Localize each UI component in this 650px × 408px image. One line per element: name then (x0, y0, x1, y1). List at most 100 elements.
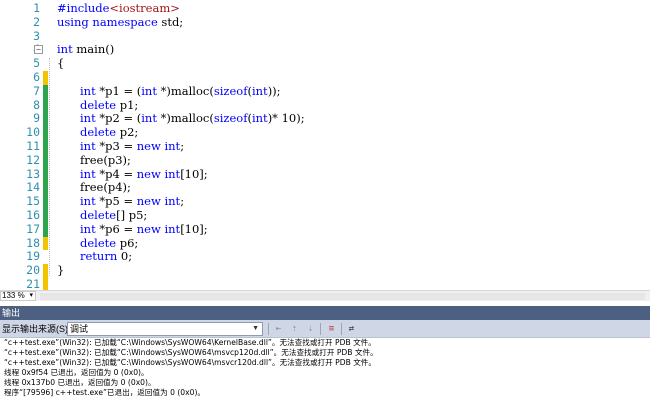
saved-change-marker (43, 126, 48, 140)
code-text[interactable]: int *p1 = (int *)malloc(sizeof(int)); (80, 84, 281, 99)
code-text[interactable]: free(p4); (80, 181, 131, 195)
output-text-area[interactable]: “c++test.exe”(Win32): 已加载“C:\Windows\Sys… (0, 338, 650, 408)
output-source-select[interactable]: 调试 ▼ (67, 322, 263, 336)
toolbar-separator (268, 323, 269, 335)
editor-status-strip: 133 % ▾ (0, 290, 650, 301)
code-text[interactable]: int *p4 = new int[10]; (80, 167, 208, 182)
saved-change-marker (43, 195, 48, 209)
code-line[interactable]: 12 free(p3); (0, 152, 650, 168)
line-number: 20 (26, 263, 40, 278)
unsaved-change-marker (43, 71, 48, 85)
code-line[interactable]: 1 #include<iostream> (0, 1, 650, 16)
line-number: 1 (33, 1, 40, 15)
saved-change-marker (43, 222, 48, 237)
code-line[interactable]: 15 int *p5 = new int; (0, 194, 650, 209)
output-toolbar: 显示输出来源(S): 调试 ▼ ⇤ ⇡ ⇣ ≡ ⇄ (0, 320, 650, 338)
code-text[interactable]: delete p2; (80, 125, 138, 140)
code-line[interactable]: 13 int *p4 = new int[10]; (0, 166, 650, 182)
output-line: “c++test.exe”(Win32): 已加载“C:\Windows\Sys… (4, 348, 378, 357)
word-wrap-icon[interactable]: ⇄ (345, 323, 358, 335)
code-text[interactable]: { (57, 56, 64, 71)
output-line: “c++test.exe”(Win32): 已加载“C:\Windows\Sys… (4, 358, 376, 367)
saved-change-marker (43, 209, 48, 223)
output-line: 程序“[79596] c++test.exe”已退出，返回值为 0 (0x0)。 (4, 388, 206, 397)
line-number: 8 (33, 97, 40, 112)
code-line[interactable]: 3 (0, 28, 650, 44)
line-number: 18 (26, 235, 40, 250)
previous-message-icon[interactable]: ⇡ (288, 323, 301, 335)
saved-change-marker (43, 98, 48, 113)
code-text[interactable]: delete p6; (80, 236, 138, 251)
collapse-icon[interactable]: − (34, 45, 43, 55)
horizontal-scrollbar[interactable] (40, 293, 645, 300)
toolbar-separator (320, 323, 321, 335)
chevron-down-icon: ▾ (29, 292, 33, 299)
code-text[interactable]: int *p5 = new int; (80, 194, 184, 209)
unsaved-change-marker (43, 278, 48, 290)
saved-change-marker (43, 153, 48, 168)
find-message-in-code-icon[interactable]: ⇤ (272, 323, 285, 335)
code-text[interactable]: int *p2 = (int *)malloc(sizeof(int)* 10)… (80, 111, 305, 126)
code-text[interactable]: delete[] p5; (80, 208, 147, 223)
line-number: 9 (33, 111, 40, 126)
line-number: 14 (26, 180, 40, 195)
output-line: 线程 0x9f54 已退出，返回值为 0 (0x0)。 (4, 368, 149, 377)
code-editor[interactable]: 1 #include<iostream> 2 using namespace s… (0, 0, 650, 290)
code-line[interactable]: 6 (0, 70, 650, 85)
line-number: 13 (26, 166, 40, 181)
chevron-down-icon: ▼ (252, 325, 259, 332)
code-text[interactable]: using namespace std; (57, 15, 183, 30)
code-line[interactable]: 9 int *p2 = (int *)malloc(sizeof(int)* 1… (0, 111, 650, 127)
line-number: 19 (26, 249, 40, 264)
unsaved-change-marker (43, 236, 48, 251)
line-number: 5 (33, 56, 40, 71)
line-number: 11 (26, 139, 40, 153)
code-text[interactable]: #include<iostream> (57, 1, 180, 16)
saved-change-marker (43, 181, 48, 196)
output-panel-title: 输出 (2, 308, 21, 318)
output-source-value: 调试 (70, 324, 89, 334)
line-number: 7 (33, 83, 40, 98)
line-number: 12 (26, 152, 40, 167)
line-number: 15 (26, 194, 40, 209)
code-line[interactable]: 4 − int main() (0, 42, 650, 57)
code-text[interactable]: return 0; (80, 249, 132, 264)
output-source-label: 显示输出来源(S): (2, 324, 71, 334)
code-line[interactable]: 17 int *p6 = new int[10]; (0, 221, 650, 237)
code-line[interactable]: 5 { (0, 56, 650, 71)
code-line[interactable]: 19 return 0; (0, 249, 650, 264)
line-number: 3 (33, 28, 40, 43)
code-line[interactable]: 8 delete p1; (0, 97, 650, 113)
zoom-dropdown[interactable]: 133 % ▾ (0, 291, 36, 301)
saved-change-marker (43, 112, 48, 127)
code-line[interactable]: 2 using namespace std; (0, 14, 650, 30)
code-line[interactable]: 20 } (0, 263, 650, 278)
line-number: 2 (33, 14, 40, 29)
code-text[interactable]: int *p3 = new int; (80, 139, 184, 154)
output-line: 线程 0x137b0 已退出，返回值为 0 (0x0)。 (4, 378, 156, 387)
code-text[interactable]: } (57, 263, 64, 278)
code-line[interactable]: 11 int *p3 = new int; (0, 139, 650, 154)
toolbar-separator (341, 323, 342, 335)
code-line[interactable]: 16 delete[] p5; (0, 208, 650, 223)
line-number: 21 (26, 277, 40, 290)
code-text[interactable]: delete p1; (80, 98, 138, 113)
next-message-icon[interactable]: ⇣ (304, 323, 317, 335)
saved-change-marker (43, 140, 48, 154)
saved-change-marker (43, 84, 48, 99)
code-text[interactable]: int *p6 = new int[10]; (80, 222, 208, 237)
code-line[interactable]: 7 int *p1 = (int *)malloc(sizeof(int)); (0, 83, 650, 99)
unsaved-change-marker (43, 264, 48, 278)
code-text[interactable]: int main() (57, 42, 114, 57)
line-number: 17 (26, 221, 40, 236)
code-line[interactable]: 10 delete p2; (0, 125, 650, 140)
output-panel-header: 输出 (0, 306, 650, 320)
clear-all-icon[interactable]: ≡ (325, 323, 338, 335)
code-text[interactable]: free(p3); (80, 153, 131, 168)
code-line[interactable]: 21 (0, 277, 650, 290)
line-number: 10 (26, 125, 40, 140)
code-line[interactable]: 18 delete p6; (0, 235, 650, 251)
output-line: “c++test.exe”(Win32): 已加载“C:\Windows\Sys… (4, 338, 376, 347)
code-line[interactable]: 14 free(p4); (0, 180, 650, 196)
line-number: 16 (26, 208, 40, 222)
